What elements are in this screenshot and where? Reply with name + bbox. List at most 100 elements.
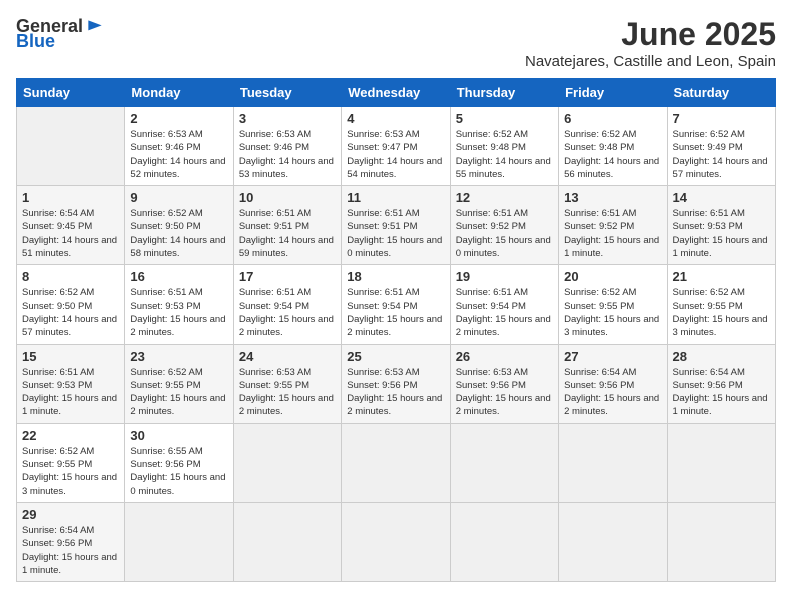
sunset-label: Sunset: 9:46 PM: [239, 142, 309, 153]
table-row: 22 Sunrise: 6:52 AM Sunset: 9:55 PM Dayl…: [17, 423, 125, 502]
day-number: 26: [456, 349, 553, 364]
table-row: [559, 502, 667, 581]
sunrise-label: Sunrise: 6:54 AM: [22, 208, 94, 219]
sunrise-label: Sunrise: 6:52 AM: [673, 129, 745, 140]
sunset-label: Sunset: 9:54 PM: [239, 301, 309, 312]
sunset-label: Sunset: 9:56 PM: [673, 380, 743, 391]
title-area: June 2025 Navatejares, Castille and Leon…: [525, 16, 776, 70]
day-info: Sunrise: 6:54 AM Sunset: 9:56 PM Dayligh…: [22, 524, 119, 577]
sunset-label: Sunset: 9:56 PM: [130, 459, 200, 470]
table-row: 19 Sunrise: 6:51 AM Sunset: 9:54 PM Dayl…: [450, 265, 558, 344]
sunset-label: Sunset: 9:47 PM: [347, 142, 417, 153]
day-number: 20: [564, 269, 661, 284]
header-tuesday: Tuesday: [233, 79, 341, 107]
sunrise-label: Sunrise: 6:52 AM: [564, 287, 636, 298]
table-row: [342, 423, 450, 502]
day-info: Sunrise: 6:52 AM Sunset: 9:50 PM Dayligh…: [22, 286, 119, 339]
table-row: 29 Sunrise: 6:54 AM Sunset: 9:56 PM Dayl…: [17, 502, 125, 581]
daylight-label: Daylight: 15 hours and 3 minutes.: [673, 314, 768, 338]
sunrise-label: Sunrise: 6:52 AM: [564, 129, 636, 140]
day-info: Sunrise: 6:51 AM Sunset: 9:53 PM Dayligh…: [22, 366, 119, 419]
day-number: 10: [239, 190, 336, 205]
sunrise-label: Sunrise: 6:54 AM: [564, 367, 636, 378]
calendar-table: Sunday Monday Tuesday Wednesday Thursday…: [16, 78, 776, 582]
day-number: 25: [347, 349, 444, 364]
logo-flag-icon: [85, 17, 105, 37]
sunrise-label: Sunrise: 6:52 AM: [22, 287, 94, 298]
daylight-label: Daylight: 15 hours and 2 minutes.: [456, 314, 551, 338]
subtitle: Navatejares, Castille and Leon, Spain: [525, 53, 776, 70]
daylight-label: Daylight: 15 hours and 2 minutes.: [347, 314, 442, 338]
day-info: Sunrise: 6:53 AM Sunset: 9:46 PM Dayligh…: [130, 128, 227, 181]
day-number: 11: [347, 190, 444, 205]
day-info: Sunrise: 6:53 AM Sunset: 9:56 PM Dayligh…: [456, 366, 553, 419]
sunrise-label: Sunrise: 6:53 AM: [239, 367, 311, 378]
daylight-label: Daylight: 15 hours and 1 minute.: [564, 235, 659, 259]
table-row: 15 Sunrise: 6:51 AM Sunset: 9:53 PM Dayl…: [17, 344, 125, 423]
sunrise-label: Sunrise: 6:53 AM: [130, 129, 202, 140]
table-row: [233, 502, 341, 581]
day-info: Sunrise: 6:55 AM Sunset: 9:56 PM Dayligh…: [130, 445, 227, 498]
sunrise-label: Sunrise: 6:53 AM: [347, 367, 419, 378]
calendar-row: 1 Sunrise: 6:54 AM Sunset: 9:45 PM Dayli…: [17, 186, 776, 265]
day-info: Sunrise: 6:53 AM Sunset: 9:55 PM Dayligh…: [239, 366, 336, 419]
day-number: 18: [347, 269, 444, 284]
day-info: Sunrise: 6:54 AM Sunset: 9:56 PM Dayligh…: [673, 366, 770, 419]
sunset-label: Sunset: 9:55 PM: [673, 301, 743, 312]
day-info: Sunrise: 6:53 AM Sunset: 9:46 PM Dayligh…: [239, 128, 336, 181]
table-row: 30 Sunrise: 6:55 AM Sunset: 9:56 PM Dayl…: [125, 423, 233, 502]
header-sunday: Sunday: [17, 79, 125, 107]
sunset-label: Sunset: 9:51 PM: [347, 221, 417, 232]
sunrise-label: Sunrise: 6:55 AM: [130, 446, 202, 457]
day-info: Sunrise: 6:54 AM Sunset: 9:56 PM Dayligh…: [564, 366, 661, 419]
table-row: 7 Sunrise: 6:52 AM Sunset: 9:49 PM Dayli…: [667, 107, 775, 186]
sunrise-label: Sunrise: 6:51 AM: [130, 287, 202, 298]
table-row: 20 Sunrise: 6:52 AM Sunset: 9:55 PM Dayl…: [559, 265, 667, 344]
sunset-label: Sunset: 9:49 PM: [673, 142, 743, 153]
daylight-label: Daylight: 15 hours and 2 minutes.: [130, 314, 225, 338]
main-title: June 2025: [525, 16, 776, 53]
table-row: 1 Sunrise: 6:54 AM Sunset: 9:45 PM Dayli…: [17, 186, 125, 265]
daylight-label: Daylight: 15 hours and 2 minutes.: [130, 393, 225, 417]
day-info: Sunrise: 6:51 AM Sunset: 9:52 PM Dayligh…: [564, 207, 661, 260]
table-row: [667, 502, 775, 581]
table-row: 3 Sunrise: 6:53 AM Sunset: 9:46 PM Dayli…: [233, 107, 341, 186]
day-number: 14: [673, 190, 770, 205]
sunset-label: Sunset: 9:56 PM: [347, 380, 417, 391]
sunset-label: Sunset: 9:48 PM: [456, 142, 526, 153]
table-row: 8 Sunrise: 6:52 AM Sunset: 9:50 PM Dayli…: [17, 265, 125, 344]
day-info: Sunrise: 6:52 AM Sunset: 9:48 PM Dayligh…: [456, 128, 553, 181]
sunset-label: Sunset: 9:54 PM: [347, 301, 417, 312]
day-info: Sunrise: 6:51 AM Sunset: 9:54 PM Dayligh…: [347, 286, 444, 339]
logo: General Blue: [16, 16, 105, 52]
sunset-label: Sunset: 9:56 PM: [564, 380, 634, 391]
sunset-label: Sunset: 9:56 PM: [456, 380, 526, 391]
table-row: [17, 107, 125, 186]
sunset-label: Sunset: 9:48 PM: [564, 142, 634, 153]
table-row: 10 Sunrise: 6:51 AM Sunset: 9:51 PM Dayl…: [233, 186, 341, 265]
sunrise-label: Sunrise: 6:54 AM: [22, 525, 94, 536]
daylight-label: Daylight: 15 hours and 1 minute.: [673, 235, 768, 259]
table-row: 13 Sunrise: 6:51 AM Sunset: 9:52 PM Dayl…: [559, 186, 667, 265]
calendar-row: 2 Sunrise: 6:53 AM Sunset: 9:46 PM Dayli…: [17, 107, 776, 186]
table-row: [342, 502, 450, 581]
table-row: 6 Sunrise: 6:52 AM Sunset: 9:48 PM Dayli…: [559, 107, 667, 186]
daylight-label: Daylight: 15 hours and 2 minutes.: [564, 393, 659, 417]
sunset-label: Sunset: 9:55 PM: [239, 380, 309, 391]
header-row: Sunday Monday Tuesday Wednesday Thursday…: [17, 79, 776, 107]
sunset-label: Sunset: 9:45 PM: [22, 221, 92, 232]
day-number: 1: [22, 190, 119, 205]
day-info: Sunrise: 6:52 AM Sunset: 9:55 PM Dayligh…: [22, 445, 119, 498]
day-number: 7: [673, 111, 770, 126]
daylight-label: Daylight: 14 hours and 56 minutes.: [564, 156, 659, 180]
day-number: 28: [673, 349, 770, 364]
day-info: Sunrise: 6:52 AM Sunset: 9:55 PM Dayligh…: [130, 366, 227, 419]
table-row: [233, 423, 341, 502]
daylight-label: Daylight: 15 hours and 0 minutes.: [456, 235, 551, 259]
header-friday: Friday: [559, 79, 667, 107]
daylight-label: Daylight: 15 hours and 2 minutes.: [239, 393, 334, 417]
sunrise-label: Sunrise: 6:51 AM: [456, 287, 528, 298]
sunset-label: Sunset: 9:52 PM: [456, 221, 526, 232]
day-info: Sunrise: 6:51 AM Sunset: 9:52 PM Dayligh…: [456, 207, 553, 260]
sunset-label: Sunset: 9:54 PM: [456, 301, 526, 312]
